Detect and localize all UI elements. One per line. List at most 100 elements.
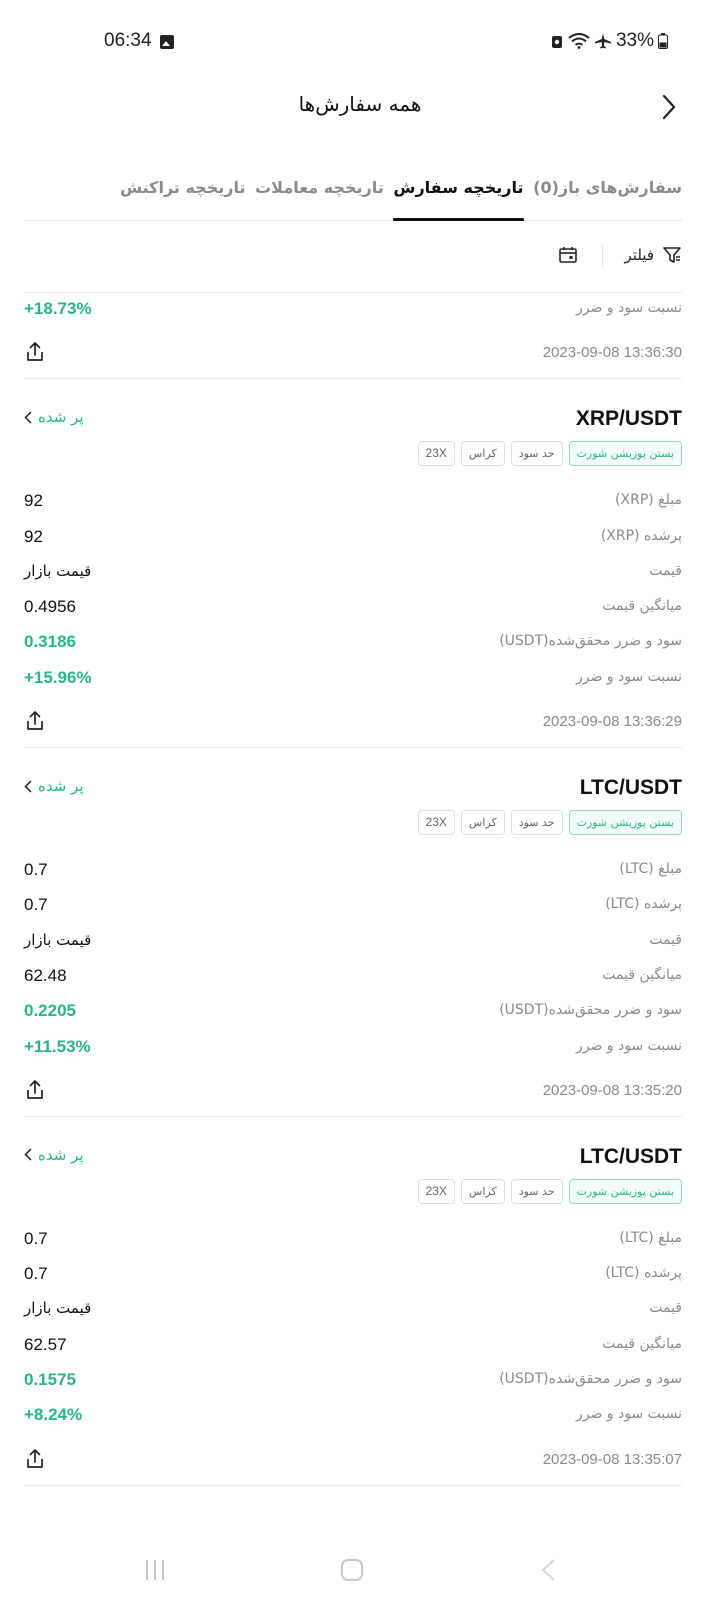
- share-icon[interactable]: [24, 710, 46, 732]
- detail-row: مبلغ (XRP) 92: [24, 489, 682, 524]
- tab-transaction-history[interactable]: تاریخچه تراکنش: [120, 168, 245, 220]
- tag-leverage: 23X: [417, 1178, 455, 1204]
- detail-row: مبلغ (LTC) 0.7: [24, 858, 682, 893]
- detail-value: 0.7: [24, 1228, 48, 1248]
- order-card: LTC/USDT پر شده بستن پوزیشن شورت حد سود …: [24, 1117, 682, 1486]
- battery-icon: [658, 33, 668, 49]
- chevron-left-icon: [24, 780, 32, 793]
- calendar-icon: [558, 247, 577, 263]
- tab-trade-history[interactable]: تاریخچه معاملات: [255, 168, 384, 220]
- tag-take-profit: حد سود: [510, 1178, 563, 1204]
- tag-take-profit: حد سود: [510, 810, 563, 836]
- status-time: 06:34: [104, 30, 152, 51]
- detail-value: +18.73%: [24, 299, 92, 318]
- order-card-partial: نسبت سود و ضرر +18.73% 2023-09-08 13:36:…: [24, 293, 682, 380]
- chevron-right-icon: [662, 94, 676, 120]
- order-timestamp: 2023-09-08 13:35:07: [542, 1450, 682, 1468]
- share-icon[interactable]: [24, 1448, 46, 1470]
- detail-label: پرشده (LTC): [605, 896, 682, 913]
- detail-value: 0.7: [24, 860, 48, 880]
- detail-label: سود و ضرر محقق‌شده(USDT): [499, 633, 682, 650]
- filter-icon: [663, 247, 681, 263]
- date-filter-button[interactable]: [556, 243, 580, 267]
- detail-row: پرشده (LTC) 0.7: [24, 893, 682, 928]
- detail-label: قیمت: [649, 1300, 682, 1317]
- order-footer: 2023-09-08 13:35:07: [24, 1439, 682, 1483]
- detail-row: پرشده (XRP) 92: [24, 525, 682, 560]
- order-tags: بستن پوزیشن شورت حد سود کراس 23X: [24, 1178, 682, 1205]
- detail-label: مبلغ (LTC): [619, 1229, 682, 1246]
- detail-label: مبلغ (XRP): [615, 492, 682, 509]
- nav-home-icon[interactable]: [340, 1558, 364, 1582]
- order-status-link[interactable]: پر شده: [24, 777, 84, 795]
- order-status-link[interactable]: پر شده: [24, 408, 84, 426]
- back-button[interactable]: [654, 92, 684, 122]
- detail-row: قیمت قیمت بازار: [24, 560, 682, 595]
- chevron-left-icon: [24, 1148, 32, 1161]
- order-tags: بستن پوزیشن شورت حد سود کراس 23X: [24, 441, 682, 467]
- share-icon[interactable]: [24, 1079, 46, 1101]
- alarm-icon: [551, 36, 562, 48]
- detail-value: 92: [24, 526, 43, 546]
- filter-label: فیلتر: [624, 246, 654, 264]
- order-timestamp: 2023-09-08 13:36:30: [542, 344, 682, 362]
- tag-leverage: 23X: [417, 810, 455, 836]
- order-card: LTC/USDT پر شده بستن پوزیشن شورت حد سود …: [24, 748, 682, 1117]
- order-details: مبلغ (LTC) 0.7 پرشده (LTC) 0.7 قیمت قیمت با…: [24, 858, 682, 1070]
- filter-button[interactable]: فیلتر: [625, 245, 682, 265]
- detail-value: 0.1575: [24, 1370, 76, 1390]
- detail-row: میانگین قیمت 0.4956: [24, 595, 682, 630]
- detail-value: 0.7: [24, 1264, 48, 1284]
- detail-value: 92: [24, 491, 43, 511]
- detail-row: قیمت قیمت بازار: [24, 1297, 682, 1332]
- tab-bar: سفارش‌های باز(0) تاریخچه سفارش تاریخچه م…: [24, 168, 682, 221]
- status-bar: 06:34 33%: [0, 0, 720, 86]
- order-status-link[interactable]: پر شده: [24, 1146, 84, 1164]
- order-pair: LTC/USDT: [579, 776, 682, 800]
- gallery-icon: [160, 35, 174, 49]
- tag-close-short: بستن پوزیشن شورت: [568, 810, 682, 836]
- tag-take-profit: حد سود: [510, 441, 563, 467]
- detail-row: سود و ضرر محقق‌شده(USDT) 0.1575: [24, 1368, 682, 1403]
- tag-cross: کراس: [460, 810, 505, 836]
- order-card: XRP/USDT پر شده بستن پوزیشن شورت حد سود …: [24, 379, 682, 749]
- order-footer: 2023-09-08 13:36:30: [24, 332, 682, 376]
- wifi-icon: [568, 33, 590, 49]
- order-status: پر شده: [38, 408, 84, 427]
- detail-label: مبلغ (LTC): [619, 861, 682, 878]
- detail-value: +15.96%: [24, 667, 92, 687]
- tag-close-short: بستن پوزیشن شورت: [568, 441, 682, 467]
- filter-bar: فیلتر: [24, 230, 682, 280]
- detail-row: نسبت سود و ضرر +11.53%: [24, 1035, 682, 1070]
- status-icons: 33%: [550, 30, 668, 52]
- tab-open-orders[interactable]: سفارش‌های باز(0): [533, 168, 682, 220]
- battery-percent: 33%: [615, 30, 654, 51]
- tag-leverage: 23X: [417, 441, 455, 467]
- detail-row: مبلغ (LTC) 0.7: [24, 1227, 682, 1262]
- order-status: پر شده: [38, 777, 84, 796]
- nav-back-icon[interactable]: [540, 1558, 556, 1582]
- page-header: همه سفارش‌ها: [0, 80, 720, 132]
- detail-value: 0.4956: [24, 597, 76, 617]
- detail-value: +8.24%: [24, 1405, 83, 1425]
- order-timestamp: 2023-09-08 13:36:29: [542, 713, 682, 731]
- share-icon[interactable]: [24, 341, 46, 363]
- order-list: نسبت سود و ضرر +18.73% 2023-09-08 13:36:…: [24, 293, 682, 1486]
- nav-recents-icon[interactable]: [144, 1558, 166, 1582]
- tab-order-history[interactable]: تاریخچه سفارش: [393, 168, 524, 221]
- order-tags: بستن پوزیشن شورت حد سود کراس 23X: [24, 810, 682, 836]
- order-details: مبلغ (LTC) 0.7 پرشده (LTC) 0.7 قیمت قیمت با…: [24, 1227, 682, 1439]
- detail-value: 62.57: [24, 1334, 67, 1354]
- detail-label: نسبت سود و ضرر: [575, 1037, 682, 1054]
- page-title: همه سفارش‌ها: [298, 92, 422, 116]
- detail-label: میانگین قیمت: [602, 598, 682, 615]
- order-header: LTC/USDT پر شده: [24, 1145, 682, 1170]
- order-pair: LTC/USDT: [579, 1144, 682, 1168]
- order-details: مبلغ (XRP) 92 پرشده (XRP) 92 قیمت قیمت بازا…: [24, 489, 682, 701]
- detail-row: سود و ضرر محقق‌شده(USDT) 0.3186: [24, 630, 682, 665]
- detail-row: نسبت سود و ضرر +15.96%: [24, 666, 682, 701]
- order-footer: 2023-09-08 13:35:20: [24, 1070, 682, 1114]
- filter-divider: [601, 243, 603, 267]
- airplane-icon: [594, 33, 611, 49]
- detail-value: 62.48: [24, 965, 67, 985]
